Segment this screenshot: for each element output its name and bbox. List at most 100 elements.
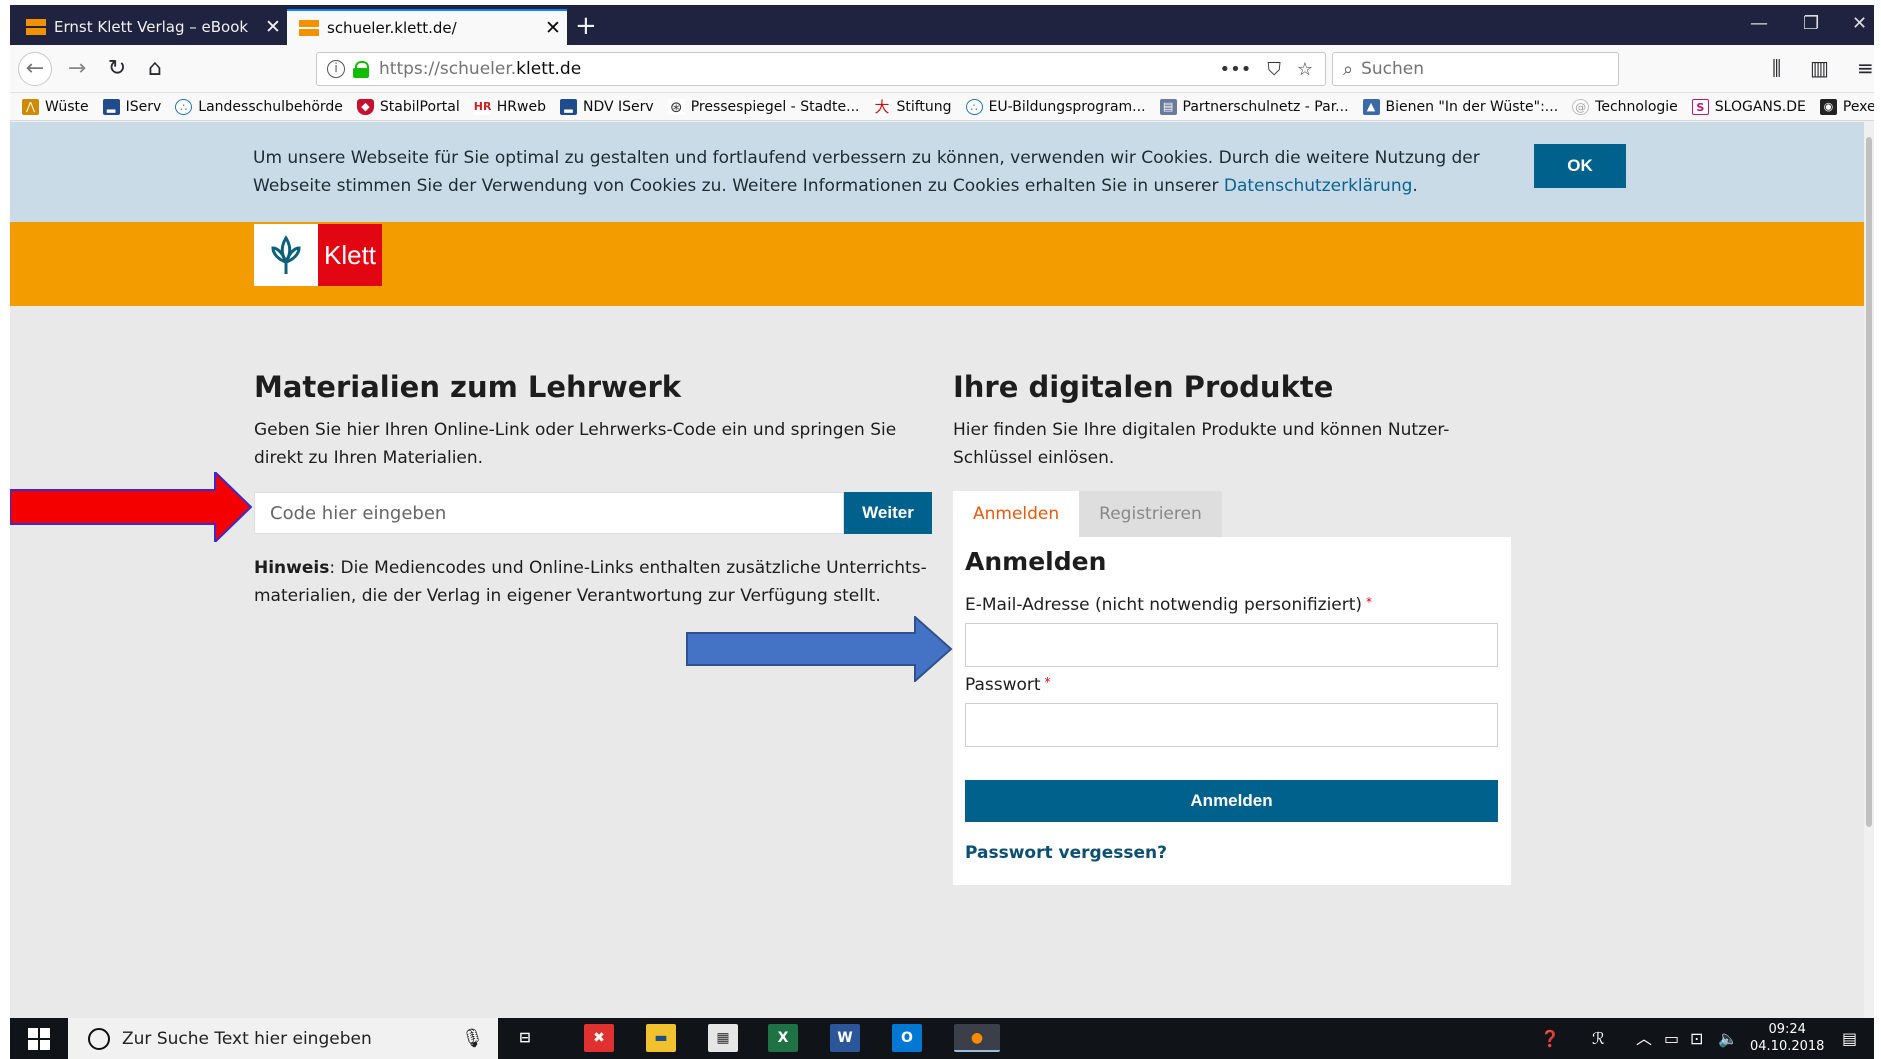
taskbar-search[interactable]: Zur Suche Text hier eingeben 🎙 xyxy=(68,1018,498,1059)
people-icon[interactable]: ℛ xyxy=(1592,1018,1605,1059)
xmind-icon[interactable]: ✖ xyxy=(584,1024,614,1052)
battery-icon: ▭ xyxy=(1664,1029,1680,1048)
image-icon: ▲ xyxy=(1362,98,1380,115)
bookmark-slogans[interactable]: S SLOGANS.DE xyxy=(1691,98,1806,115)
bookmark-label: NDV IServ xyxy=(582,98,654,115)
password-label: Passwort * xyxy=(965,675,1051,695)
pocket-icon[interactable]: ⛉ xyxy=(1267,59,1281,80)
outlook-icon[interactable]: O xyxy=(892,1024,922,1052)
minimize-icon[interactable]: — xyxy=(1750,13,1768,34)
reload-icon[interactable]: ↻ xyxy=(102,55,132,85)
materials-heading: Materialien zum Lehrwerk xyxy=(254,370,682,404)
bookmark-partnerschulnetz[interactable]: ▤ Partnerschulnetz - Par... xyxy=(1159,98,1349,115)
s-icon: S xyxy=(1691,98,1709,115)
cookie-ok-button[interactable]: OK xyxy=(1534,144,1626,188)
library-icon[interactable]: ⫼ xyxy=(1772,56,1781,80)
calculator-icon[interactable]: ▦ xyxy=(708,1024,738,1052)
password-label-text: Passwort xyxy=(965,675,1041,695)
page-scrollbar[interactable] xyxy=(1864,122,1874,1018)
info-icon[interactable]: i xyxy=(327,60,345,78)
excel-icon[interactable]: X xyxy=(768,1024,798,1052)
url-tools: ••• ⛉ ☆ xyxy=(1220,59,1326,80)
bookmark-pressespiegel[interactable]: ⊛ Pressespiegel - Stadte... xyxy=(667,98,859,115)
materials-lead: Geben Sie hier Ihren Online-Link oder Le… xyxy=(254,420,897,468)
password-field[interactable] xyxy=(965,703,1498,747)
close-tab-icon[interactable]: ✕ xyxy=(539,17,567,39)
forward-icon[interactable]: → xyxy=(62,55,92,85)
bookmark-wueste[interactable]: ⋀ Wüste xyxy=(22,98,89,115)
weiter-button[interactable]: Weiter xyxy=(844,492,932,534)
bookmark-stiftung[interactable]: 大 Stiftung xyxy=(873,97,952,116)
bookmark-star-icon[interactable]: ☆ xyxy=(1297,59,1313,80)
search-icon: ⌕ xyxy=(1343,58,1354,80)
login-title: Anmelden xyxy=(965,547,1107,576)
bookmark-pexels[interactable]: ◉ Pexels xyxy=(1819,98,1874,115)
page-content: Um unsere Webseite für Sie optimal zu ge… xyxy=(10,122,1864,1018)
bookmark-iserv[interactable]: ▂ IServ xyxy=(102,98,161,115)
klett-logo[interactable]: Klett xyxy=(254,224,382,286)
lock-icon xyxy=(353,61,369,78)
tab-anmelden[interactable]: Anmelden xyxy=(953,491,1080,537)
help-icon[interactable]: ❓ xyxy=(1540,1018,1560,1059)
hint-label: Hinweis xyxy=(254,558,330,578)
notification-icon[interactable]: ▤ xyxy=(1842,1018,1857,1059)
tab-schueler[interactable]: schueler.klett.de/ ✕ xyxy=(287,9,567,45)
figure-icon: 大 xyxy=(873,97,891,116)
forgot-password-link[interactable]: Passwort vergessen? xyxy=(965,843,1167,863)
firefox-icon[interactable]: ● xyxy=(954,1024,1000,1052)
email-label-text: E-Mail-Adresse (nicht notwendig personif… xyxy=(965,595,1363,615)
brand-wordmark: Klett xyxy=(318,224,382,286)
bookmark-stabilportal[interactable]: ◆ StabilPortal xyxy=(356,98,460,115)
bookmark-hrweb[interactable]: HR HRweb xyxy=(473,98,546,115)
tray-chevron-icon[interactable]: ︿ xyxy=(1636,1018,1652,1059)
volume-icon[interactable]: 🔈 xyxy=(1718,1018,1738,1059)
microphone-icon[interactable]: 🎙 xyxy=(461,1028,484,1049)
search-placeholder: Suchen xyxy=(1361,59,1425,79)
page-actions-icon[interactable]: ••• xyxy=(1220,59,1252,80)
klett-clover-icon xyxy=(254,224,318,286)
required-mark: * xyxy=(1366,595,1373,609)
bookmark-landesschulbehoerde[interactable]: ∴ Landesschulbehörde xyxy=(175,98,343,115)
bookmark-label: Stiftung xyxy=(896,98,952,115)
home-icon[interactable]: ⌂ xyxy=(140,55,170,85)
bookmark-label: EU-Bildungsprogram... xyxy=(988,98,1146,115)
bookmark-label: Bienen "In der Wüste":... xyxy=(1385,98,1559,115)
file-explorer-icon[interactable]: ▬ xyxy=(646,1024,676,1052)
task-view-icon[interactable]: ⊟ xyxy=(510,1024,540,1052)
system-clock[interactable]: 09:24 04.10.2018 xyxy=(1750,1021,1824,1055)
url-prefix: https://schueler. xyxy=(379,59,517,79)
scrollbar-thumb[interactable] xyxy=(1866,137,1872,827)
code-input[interactable] xyxy=(254,492,844,534)
privacy-link[interactable]: Datenschutzerklärung xyxy=(1224,176,1413,196)
camera-icon: ◉ xyxy=(1819,98,1837,115)
bookmark-eu-bildung[interactable]: ∴ EU-Bildungsprogram... xyxy=(965,98,1146,115)
materials-section: Materialien zum Lehrwerk Geben Sie hier … xyxy=(254,370,934,472)
search-bar[interactable]: ⌕ Suchen xyxy=(1332,52,1619,86)
login-submit-button[interactable]: Anmelden xyxy=(965,780,1498,822)
tab-ebook[interactable]: Ernst Klett Verlag – eBook ✕ xyxy=(14,9,287,45)
bookmark-label: StabilPortal xyxy=(379,98,460,115)
bookmark-ndv-iserv[interactable]: ▂ NDV IServ xyxy=(559,98,654,115)
restore-icon[interactable]: ❐ xyxy=(1803,13,1819,34)
menu-icon[interactable]: ≡ xyxy=(1857,56,1874,80)
back-icon[interactable]: ← xyxy=(18,52,52,86)
network-icon[interactable]: ⊡ xyxy=(1690,1018,1703,1059)
close-window-icon[interactable]: ✕ xyxy=(1852,13,1867,34)
word-icon[interactable]: W xyxy=(830,1024,860,1052)
digital-heading: Ihre digitalen Produkte xyxy=(953,370,1334,404)
close-tab-icon[interactable]: ✕ xyxy=(259,16,287,38)
code-form: Weiter xyxy=(254,492,932,534)
email-field[interactable] xyxy=(965,623,1498,667)
cookie-banner: Um unsere Webseite für Sie optimal zu ge… xyxy=(10,122,1864,222)
bookmark-bienen[interactable]: ▲ Bienen "In der Wüste":... xyxy=(1362,98,1559,115)
sidebar-icon[interactable]: ▥ xyxy=(1810,56,1829,80)
windows-start-icon[interactable] xyxy=(28,1028,50,1050)
bookmark-technologie[interactable]: @ Technologie xyxy=(1572,98,1678,115)
klett-favicon-icon xyxy=(26,18,46,36)
new-tab-icon[interactable]: + xyxy=(575,13,597,39)
windows-taskbar: Zur Suche Text hier eingeben 🎙 ⊟ ✖ ▬ ▦ X… xyxy=(10,1018,1874,1059)
tab-title: schueler.klett.de/ xyxy=(327,19,457,37)
tab-registrieren[interactable]: Registrieren xyxy=(1079,491,1222,537)
login-form: Anmelden E-Mail-Adresse (nicht notwendig… xyxy=(953,537,1511,885)
url-bar[interactable]: i https://schueler. klett.de ••• ⛉ ☆ xyxy=(316,52,1326,86)
